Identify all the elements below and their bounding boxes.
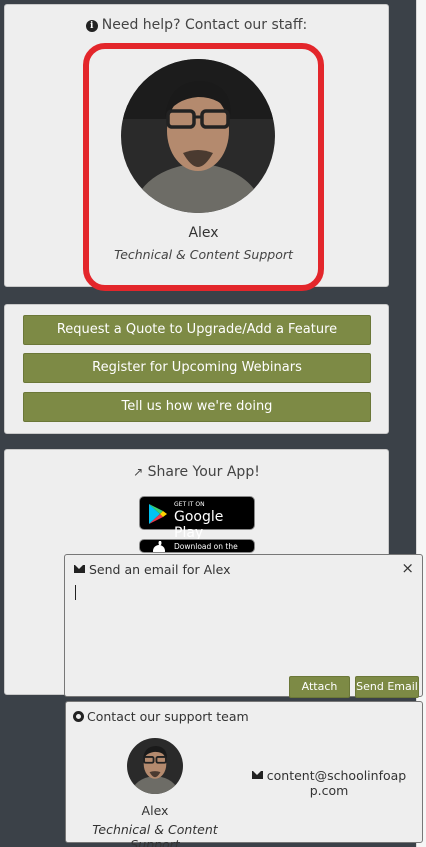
- email-dialog-title: Send an email for Alex: [74, 562, 231, 577]
- support-panel: Contact our support team Alex Technical …: [65, 701, 423, 847]
- avatar: [127, 738, 183, 794]
- google-badge-small: GET IT ON: [174, 501, 205, 508]
- staff-name: Alex: [188, 225, 219, 241]
- support-title-text: Contact our support team: [87, 709, 249, 724]
- support-title: Contact our support team: [73, 709, 249, 724]
- register-webinars-button[interactable]: Register for Upcoming Webinars: [23, 353, 371, 383]
- attach-files-button[interactable]: Attach files: [289, 676, 350, 713]
- help-heading: i Need help? Contact our staff:: [5, 17, 388, 33]
- help-panel: i Need help? Contact our staff: Alex Tech…: [4, 4, 389, 291]
- close-icon[interactable]: ×: [401, 559, 414, 577]
- share-title-text: Share Your App!: [147, 464, 260, 480]
- support-email-text: content@schoolinfoapp.com: [266, 768, 407, 798]
- share-icon: ↗: [133, 465, 144, 479]
- staff-card[interactable]: Alex Technical & Content Support: [83, 43, 324, 291]
- support-role: Technical & Content Support: [92, 822, 218, 847]
- help-title-text: Need help? Contact our staff:: [101, 17, 308, 33]
- email-dialog-title-text: Send an email for Alex: [89, 562, 231, 577]
- feedback-button[interactable]: Tell us how we're doing: [23, 392, 371, 422]
- support-email-link[interactable]: content@schoolinfoapp.com: [249, 768, 409, 798]
- info-icon: i: [85, 20, 98, 32]
- share-heading: ↗ Share Your App!: [5, 464, 388, 480]
- send-email-button[interactable]: Send Email: [355, 676, 419, 698]
- google-badge-big: Google Play: [174, 509, 224, 541]
- envelope-icon: [251, 771, 263, 779]
- staff-role: Technical & Content Support: [114, 247, 293, 262]
- email-message-input[interactable]: [75, 585, 76, 600]
- google-play-icon: [149, 504, 167, 524]
- avatar: [121, 59, 275, 213]
- actions-panel: Request a Quote to Upgrade/Add a Feature…: [4, 304, 389, 434]
- envelope-icon: [74, 565, 85, 573]
- apple-icon: [153, 541, 165, 552]
- support-name: Alex: [141, 803, 169, 818]
- app-store-badge[interactable]: Download on the: [139, 539, 255, 553]
- request-quote-button[interactable]: Request a Quote to Upgrade/Add a Feature: [23, 315, 371, 345]
- apple-badge-small: Download on the: [174, 542, 238, 551]
- google-play-badge[interactable]: GET IT ON Google Play: [139, 496, 255, 541]
- email-dialog: Send an email for Alex × Attach files Se…: [64, 554, 423, 713]
- lifebuoy-icon: [73, 711, 84, 722]
